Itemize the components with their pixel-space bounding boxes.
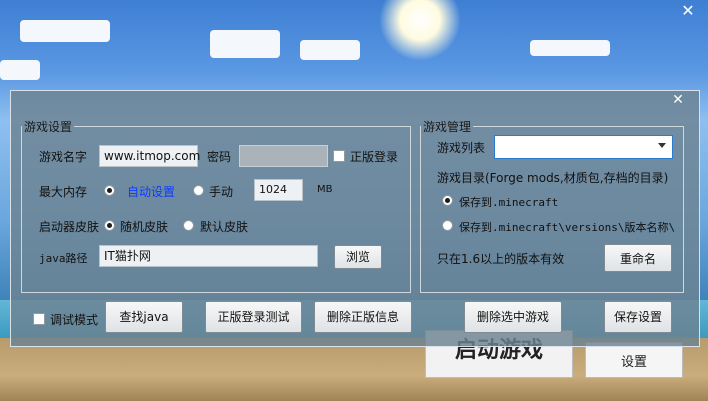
chevron-down-icon [658, 143, 666, 148]
premium-login-label: 正版登录 [350, 150, 399, 164]
skin-default-label: 默认皮肤 [200, 220, 249, 234]
game-settings-legend: 游戏设置 [24, 120, 73, 134]
save-minecraft-label: 保存到.minecraft [459, 196, 559, 209]
delete-premium-info-button[interactable]: 删除正版信息 [314, 301, 412, 333]
browse-button[interactable]: 浏览 [334, 245, 382, 269]
cloud [0, 60, 40, 80]
version-note: 只在1.6以上的版本有效 [437, 252, 565, 266]
save-versions-radio[interactable] [442, 220, 453, 231]
password-label: 密码 [207, 150, 232, 164]
dialog-close-icon[interactable]: ✕ [660, 90, 696, 110]
premium-login-checkbox[interactable] [333, 150, 345, 162]
java-path-input[interactable]: IT猫扑网 [99, 245, 318, 267]
game-list-label: 游戏列表 [437, 141, 486, 155]
password-input[interactable] [239, 145, 328, 167]
memory-auto-label: 自动设置 [127, 185, 176, 199]
game-list-dropdown[interactable] [494, 135, 673, 159]
premium-login-test-button[interactable]: 正版登录测试 [205, 301, 302, 333]
delete-selected-game-button[interactable]: 删除选中游戏 [464, 301, 562, 333]
skin-label: 启动器皮肤 [39, 220, 100, 234]
max-memory-label: 最大内存 [39, 185, 88, 199]
debug-mode-checkbox[interactable] [33, 313, 45, 325]
save-versions-label: 保存到.minecraft\versions\版本名称\ [459, 221, 676, 234]
memory-auto-radio[interactable] [104, 185, 115, 196]
cloud [530, 40, 610, 56]
save-minecraft-radio[interactable] [442, 195, 453, 206]
skin-random-label: 随机皮肤 [120, 220, 169, 234]
memory-manual-label: 手动 [209, 185, 234, 199]
rename-button[interactable]: 重命名 [604, 244, 672, 272]
cloud [20, 20, 110, 42]
skin-random-radio[interactable] [104, 220, 115, 231]
save-settings-button[interactable]: 保存设置 [604, 301, 672, 333]
memory-manual-radio[interactable] [193, 185, 204, 196]
debug-mode-label: 调试模式 [50, 313, 99, 327]
game-name-label: 游戏名字 [39, 150, 88, 164]
find-java-button[interactable]: 查找java [105, 301, 183, 333]
memory-value-input[interactable]: 1024 [254, 179, 303, 201]
memory-unit-label: MB [317, 184, 333, 195]
game-management-legend: 游戏管理 [423, 120, 472, 134]
window-close-icon[interactable]: ✕ [676, 2, 700, 22]
game-name-input[interactable]: www.itmop.com [99, 145, 200, 167]
game-directory-label: 游戏目录(Forge mods,材质包,存档的目录) [437, 171, 669, 185]
java-path-label: java路径 [39, 252, 88, 265]
skin-default-radio[interactable] [183, 220, 194, 231]
cloud [300, 40, 360, 60]
cloud [210, 30, 280, 58]
settings-button[interactable]: 设置 [585, 342, 683, 378]
